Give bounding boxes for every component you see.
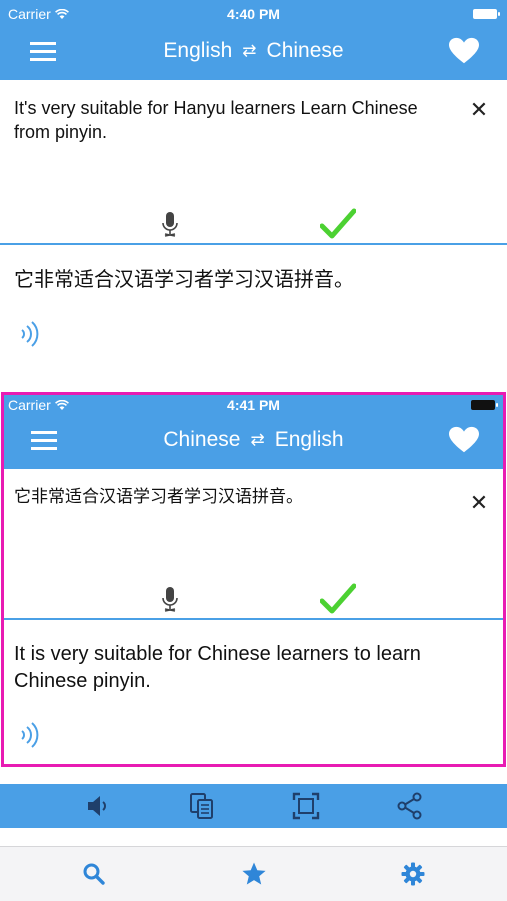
share-icon[interactable] bbox=[396, 792, 424, 820]
sound-wave-icon[interactable] bbox=[18, 318, 42, 350]
source-text[interactable]: It's very suitable for Hanyu learners Le… bbox=[14, 96, 457, 144]
from-language[interactable]: English bbox=[163, 39, 232, 63]
inset-from-language[interactable]: Chinese bbox=[163, 428, 240, 452]
inset-language-switcher[interactable]: Chinese ⇄ English bbox=[163, 428, 343, 452]
to-language[interactable]: Chinese bbox=[267, 39, 344, 63]
check-icon[interactable] bbox=[320, 583, 356, 615]
tab-bar bbox=[0, 846, 507, 901]
search-icon[interactable] bbox=[82, 862, 106, 886]
action-toolbar bbox=[0, 784, 507, 828]
language-switcher[interactable]: English ⇄ Chinese bbox=[163, 39, 343, 63]
list-icon[interactable] bbox=[31, 426, 57, 455]
inset-source-text[interactable]: 它非常适合汉语学习者学习汉语拼音。 bbox=[14, 485, 453, 509]
microphone-icon[interactable] bbox=[161, 587, 179, 613]
fullscreen-icon[interactable] bbox=[292, 792, 320, 820]
inset-screenshot: Carrier 4:41 PM Chinese ⇄ English 它非常适合汉… bbox=[1, 392, 506, 767]
inset-to-language[interactable]: English bbox=[275, 428, 344, 452]
status-bar: Carrier 4:40 PM bbox=[0, 4, 507, 24]
battery-icon bbox=[473, 9, 500, 19]
inset-nav-bar: Chinese ⇄ English bbox=[4, 415, 503, 465]
star-icon[interactable] bbox=[241, 861, 267, 887]
check-icon[interactable] bbox=[320, 208, 356, 240]
inset-status-bar: Carrier 4:41 PM bbox=[4, 395, 503, 415]
status-time: 4:40 PM bbox=[227, 6, 280, 22]
battery-icon bbox=[471, 400, 498, 410]
close-icon[interactable]: ✕ bbox=[469, 99, 489, 121]
close-icon[interactable]: ✕ bbox=[469, 492, 489, 514]
nav-bar: English ⇄ Chinese bbox=[0, 26, 507, 76]
inset-translation-text: It is very suitable for Chinese learners… bbox=[14, 643, 421, 692]
list-icon[interactable] bbox=[30, 37, 56, 66]
microphone-icon[interactable] bbox=[161, 212, 179, 238]
heart-icon[interactable] bbox=[449, 37, 479, 65]
translation-text: 它非常适合汉语学习者学习汉语拼音。 bbox=[14, 269, 354, 291]
sound-wave-icon[interactable] bbox=[18, 719, 42, 751]
copy-icon[interactable] bbox=[188, 792, 216, 820]
swap-icon[interactable]: ⇄ bbox=[250, 430, 264, 450]
divider bbox=[0, 243, 507, 245]
swap-icon[interactable]: ⇄ bbox=[242, 41, 256, 61]
heart-icon[interactable] bbox=[449, 426, 479, 454]
divider bbox=[4, 618, 503, 620]
inset-status-time: 4:41 PM bbox=[227, 397, 280, 413]
speaker-icon[interactable] bbox=[86, 793, 112, 819]
gear-icon[interactable] bbox=[401, 862, 425, 886]
